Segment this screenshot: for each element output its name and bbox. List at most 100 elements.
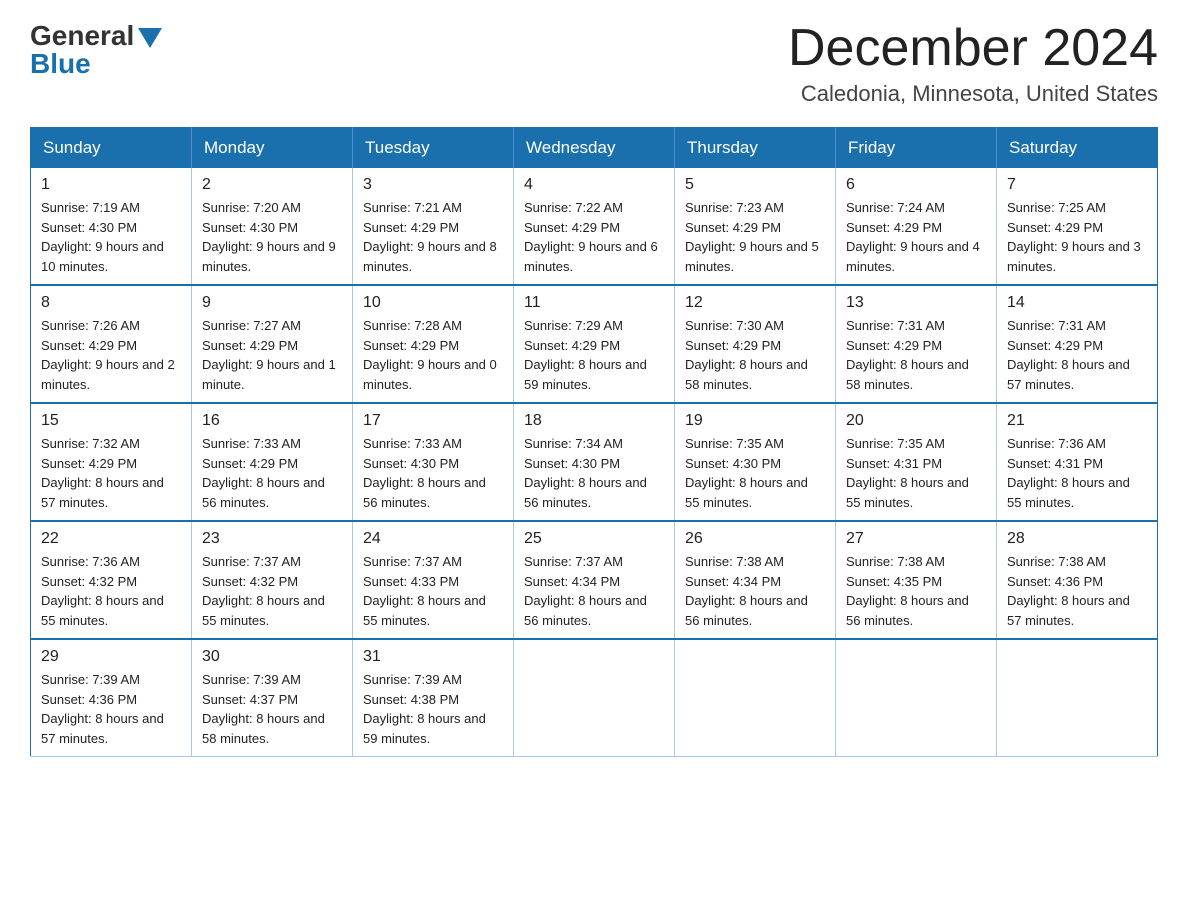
day-info: Sunrise: 7:28 AMSunset: 4:29 PMDaylight:… — [363, 318, 497, 392]
calendar-cell: 26 Sunrise: 7:38 AMSunset: 4:34 PMDaylig… — [675, 521, 836, 639]
day-info: Sunrise: 7:36 AMSunset: 4:32 PMDaylight:… — [41, 554, 164, 628]
day-info: Sunrise: 7:32 AMSunset: 4:29 PMDaylight:… — [41, 436, 164, 510]
calendar-header-wednesday: Wednesday — [514, 128, 675, 169]
calendar-cell: 28 Sunrise: 7:38 AMSunset: 4:36 PMDaylig… — [997, 521, 1158, 639]
logo: General Blue — [30, 20, 162, 80]
calendar-header-friday: Friday — [836, 128, 997, 169]
day-info: Sunrise: 7:33 AMSunset: 4:30 PMDaylight:… — [363, 436, 486, 510]
day-number: 27 — [846, 530, 986, 548]
calendar-cell: 16 Sunrise: 7:33 AMSunset: 4:29 PMDaylig… — [192, 403, 353, 521]
calendar-week-3: 15 Sunrise: 7:32 AMSunset: 4:29 PMDaylig… — [31, 403, 1158, 521]
calendar-header-monday: Monday — [192, 128, 353, 169]
day-info: Sunrise: 7:20 AMSunset: 4:30 PMDaylight:… — [202, 200, 336, 274]
calendar-cell: 20 Sunrise: 7:35 AMSunset: 4:31 PMDaylig… — [836, 403, 997, 521]
day-info: Sunrise: 7:37 AMSunset: 4:34 PMDaylight:… — [524, 554, 647, 628]
day-info: Sunrise: 7:36 AMSunset: 4:31 PMDaylight:… — [1007, 436, 1130, 510]
day-number: 13 — [846, 294, 986, 312]
day-info: Sunrise: 7:39 AMSunset: 4:36 PMDaylight:… — [41, 672, 164, 746]
day-info: Sunrise: 7:29 AMSunset: 4:29 PMDaylight:… — [524, 318, 647, 392]
day-info: Sunrise: 7:31 AMSunset: 4:29 PMDaylight:… — [846, 318, 969, 392]
day-number: 7 — [1007, 176, 1147, 194]
calendar-cell: 13 Sunrise: 7:31 AMSunset: 4:29 PMDaylig… — [836, 285, 997, 403]
calendar-cell: 31 Sunrise: 7:39 AMSunset: 4:38 PMDaylig… — [353, 639, 514, 757]
day-number: 29 — [41, 648, 181, 666]
calendar-cell — [836, 639, 997, 757]
calendar-header-saturday: Saturday — [997, 128, 1158, 169]
calendar-header-tuesday: Tuesday — [353, 128, 514, 169]
day-number: 21 — [1007, 412, 1147, 430]
calendar-cell: 15 Sunrise: 7:32 AMSunset: 4:29 PMDaylig… — [31, 403, 192, 521]
title-section: December 2024 Caledonia, Minnesota, Unit… — [788, 20, 1158, 107]
calendar-cell: 3 Sunrise: 7:21 AMSunset: 4:29 PMDayligh… — [353, 168, 514, 285]
calendar-cell: 18 Sunrise: 7:34 AMSunset: 4:30 PMDaylig… — [514, 403, 675, 521]
calendar-cell: 21 Sunrise: 7:36 AMSunset: 4:31 PMDaylig… — [997, 403, 1158, 521]
calendar-cell: 4 Sunrise: 7:22 AMSunset: 4:29 PMDayligh… — [514, 168, 675, 285]
day-info: Sunrise: 7:38 AMSunset: 4:34 PMDaylight:… — [685, 554, 808, 628]
day-number: 17 — [363, 412, 503, 430]
day-number: 31 — [363, 648, 503, 666]
calendar-cell: 19 Sunrise: 7:35 AMSunset: 4:30 PMDaylig… — [675, 403, 836, 521]
day-info: Sunrise: 7:19 AMSunset: 4:30 PMDaylight:… — [41, 200, 164, 274]
calendar-cell: 30 Sunrise: 7:39 AMSunset: 4:37 PMDaylig… — [192, 639, 353, 757]
calendar-week-1: 1 Sunrise: 7:19 AMSunset: 4:30 PMDayligh… — [31, 168, 1158, 285]
day-number: 19 — [685, 412, 825, 430]
calendar-cell: 17 Sunrise: 7:33 AMSunset: 4:30 PMDaylig… — [353, 403, 514, 521]
day-info: Sunrise: 7:30 AMSunset: 4:29 PMDaylight:… — [685, 318, 808, 392]
day-number: 12 — [685, 294, 825, 312]
day-number: 20 — [846, 412, 986, 430]
calendar-cell: 2 Sunrise: 7:20 AMSunset: 4:30 PMDayligh… — [192, 168, 353, 285]
calendar-table: SundayMondayTuesdayWednesdayThursdayFrid… — [30, 127, 1158, 757]
day-info: Sunrise: 7:22 AMSunset: 4:29 PMDaylight:… — [524, 200, 658, 274]
day-number: 15 — [41, 412, 181, 430]
day-number: 4 — [524, 176, 664, 194]
calendar-cell: 7 Sunrise: 7:25 AMSunset: 4:29 PMDayligh… — [997, 168, 1158, 285]
day-info: Sunrise: 7:38 AMSunset: 4:35 PMDaylight:… — [846, 554, 969, 628]
day-number: 10 — [363, 294, 503, 312]
calendar-cell — [675, 639, 836, 757]
day-number: 16 — [202, 412, 342, 430]
day-info: Sunrise: 7:35 AMSunset: 4:31 PMDaylight:… — [846, 436, 969, 510]
page-subtitle: Caledonia, Minnesota, United States — [788, 81, 1158, 107]
calendar-cell: 10 Sunrise: 7:28 AMSunset: 4:29 PMDaylig… — [353, 285, 514, 403]
day-number: 14 — [1007, 294, 1147, 312]
day-info: Sunrise: 7:34 AMSunset: 4:30 PMDaylight:… — [524, 436, 647, 510]
calendar-cell: 6 Sunrise: 7:24 AMSunset: 4:29 PMDayligh… — [836, 168, 997, 285]
day-number: 6 — [846, 176, 986, 194]
calendar-header-thursday: Thursday — [675, 128, 836, 169]
day-info: Sunrise: 7:26 AMSunset: 4:29 PMDaylight:… — [41, 318, 175, 392]
day-number: 1 — [41, 176, 181, 194]
calendar-cell: 24 Sunrise: 7:37 AMSunset: 4:33 PMDaylig… — [353, 521, 514, 639]
day-number: 11 — [524, 294, 664, 312]
logo-triangle-icon — [138, 28, 162, 48]
calendar-cell: 29 Sunrise: 7:39 AMSunset: 4:36 PMDaylig… — [31, 639, 192, 757]
day-info: Sunrise: 7:24 AMSunset: 4:29 PMDaylight:… — [846, 200, 980, 274]
day-number: 18 — [524, 412, 664, 430]
calendar-header-sunday: Sunday — [31, 128, 192, 169]
day-info: Sunrise: 7:37 AMSunset: 4:32 PMDaylight:… — [202, 554, 325, 628]
day-number: 23 — [202, 530, 342, 548]
day-number: 24 — [363, 530, 503, 548]
calendar-week-2: 8 Sunrise: 7:26 AMSunset: 4:29 PMDayligh… — [31, 285, 1158, 403]
day-number: 28 — [1007, 530, 1147, 548]
day-info: Sunrise: 7:21 AMSunset: 4:29 PMDaylight:… — [363, 200, 497, 274]
calendar-cell: 1 Sunrise: 7:19 AMSunset: 4:30 PMDayligh… — [31, 168, 192, 285]
calendar-cell: 14 Sunrise: 7:31 AMSunset: 4:29 PMDaylig… — [997, 285, 1158, 403]
day-info: Sunrise: 7:25 AMSunset: 4:29 PMDaylight:… — [1007, 200, 1141, 274]
calendar-cell: 22 Sunrise: 7:36 AMSunset: 4:32 PMDaylig… — [31, 521, 192, 639]
calendar-week-5: 29 Sunrise: 7:39 AMSunset: 4:36 PMDaylig… — [31, 639, 1158, 757]
day-number: 3 — [363, 176, 503, 194]
calendar-cell: 5 Sunrise: 7:23 AMSunset: 4:29 PMDayligh… — [675, 168, 836, 285]
day-number: 9 — [202, 294, 342, 312]
calendar-cell: 25 Sunrise: 7:37 AMSunset: 4:34 PMDaylig… — [514, 521, 675, 639]
day-info: Sunrise: 7:39 AMSunset: 4:37 PMDaylight:… — [202, 672, 325, 746]
calendar-cell: 23 Sunrise: 7:37 AMSunset: 4:32 PMDaylig… — [192, 521, 353, 639]
day-info: Sunrise: 7:27 AMSunset: 4:29 PMDaylight:… — [202, 318, 336, 392]
day-info: Sunrise: 7:37 AMSunset: 4:33 PMDaylight:… — [363, 554, 486, 628]
calendar-cell: 11 Sunrise: 7:29 AMSunset: 4:29 PMDaylig… — [514, 285, 675, 403]
calendar-cell: 8 Sunrise: 7:26 AMSunset: 4:29 PMDayligh… — [31, 285, 192, 403]
day-number: 22 — [41, 530, 181, 548]
page-header: General Blue December 2024 Caledonia, Mi… — [30, 20, 1158, 107]
day-number: 25 — [524, 530, 664, 548]
day-info: Sunrise: 7:33 AMSunset: 4:29 PMDaylight:… — [202, 436, 325, 510]
page-title: December 2024 — [788, 20, 1158, 77]
